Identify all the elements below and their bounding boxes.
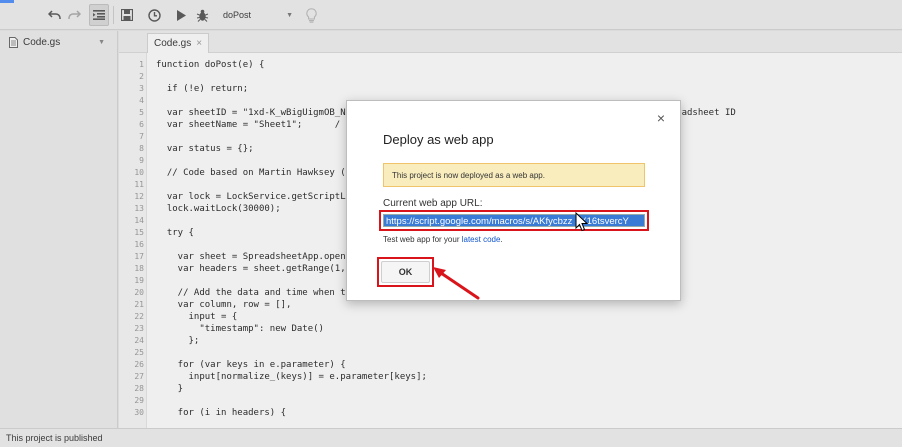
test-suffix: . [500,235,503,244]
test-web-app-line: Test web app for your latest code. [383,235,503,244]
test-prefix: Test web app for your [383,235,462,244]
close-icon[interactable]: × [654,111,668,125]
url-highlight-box: https://script.google.com/macros/s/AKfyc… [379,210,649,231]
ok-highlight-box: OK [377,257,434,287]
web-app-url-field[interactable]: https://script.google.com/macros/s/AKfyc… [383,214,645,227]
latest-code-link[interactable]: latest code [462,235,501,244]
mouse-cursor-icon [575,212,589,232]
deploy-dialog: Deploy as web app × This project is now … [346,100,681,301]
deployed-notice: This project is now deployed as a web ap… [383,163,645,187]
annotation-arrow-icon [433,267,480,300]
notice-text: This project is now deployed as a web ap… [392,170,545,180]
url-label: Current web app URL: [383,198,483,209]
ok-button[interactable]: OK [381,261,430,283]
dialog-title: Deploy as web app [383,132,494,147]
